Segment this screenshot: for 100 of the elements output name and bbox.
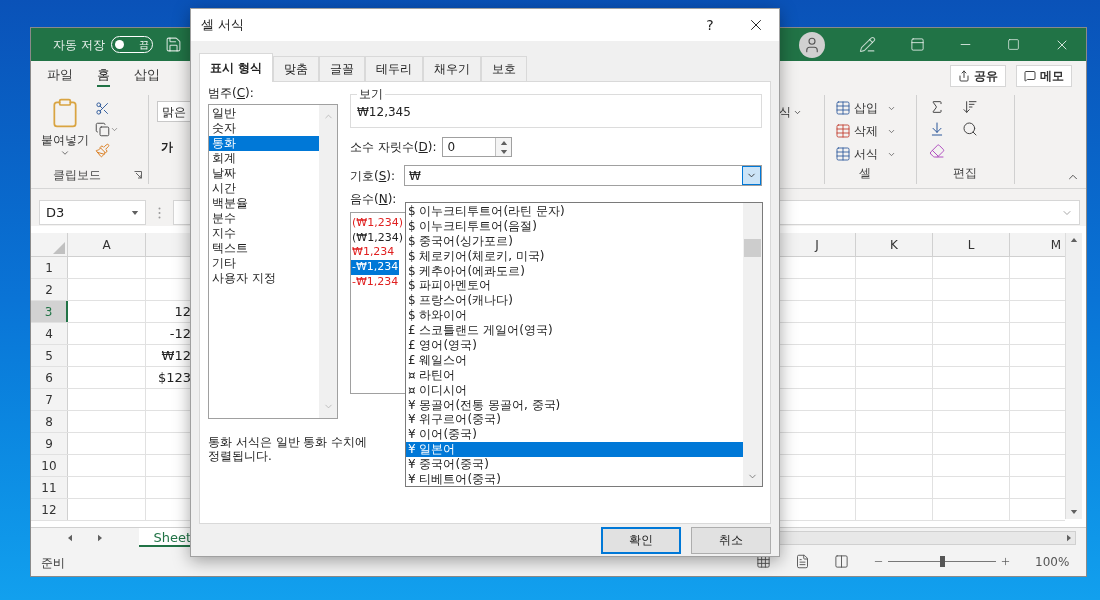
save-icon[interactable] xyxy=(164,36,182,53)
ribbon-tab[interactable]: 홈 xyxy=(97,64,110,88)
symbol-dropdown-menu[interactable] xyxy=(405,202,763,487)
symbol-combobox[interactable]: ₩ xyxy=(404,165,762,186)
zoom-level[interactable]: 100% xyxy=(1035,552,1070,571)
category-item[interactable]: 백분율 xyxy=(209,196,319,211)
zoom-in-icon[interactable] xyxy=(1000,556,1011,567)
dialog-tab[interactable]: 테두리 xyxy=(365,56,424,81)
dialog-tab[interactable]: 글꼴 xyxy=(319,56,366,81)
ribbon-display-icon[interactable] xyxy=(909,37,925,52)
dialog-tab[interactable]: 채우기 xyxy=(423,56,482,81)
category-item[interactable]: 분수 xyxy=(209,211,319,226)
cancel-button[interactable]: 취소 xyxy=(691,526,771,554)
negative-format-item[interactable]: -₩1,234 xyxy=(351,260,400,275)
page-layout-icon[interactable] xyxy=(795,554,810,569)
row-header[interactable]: 6 xyxy=(31,367,68,388)
page-break-icon[interactable] xyxy=(834,554,849,569)
row-header[interactable]: 11 xyxy=(31,477,68,498)
cells-command[interactable]: 삭제 xyxy=(835,121,916,141)
memo-button[interactable]: 메모 xyxy=(1016,65,1072,87)
column-header[interactable]: L xyxy=(933,233,1010,256)
share-button[interactable]: 공유 xyxy=(950,65,1006,87)
dialog-tab[interactable]: 보호 xyxy=(481,56,528,81)
category-item[interactable]: 텍스트 xyxy=(209,241,319,256)
row-header[interactable]: 2 xyxy=(31,279,68,300)
category-item[interactable]: 통화 xyxy=(209,136,319,151)
eraser-icon[interactable] xyxy=(929,143,945,159)
category-item[interactable]: 사용자 지정 xyxy=(209,271,319,286)
formula-field[interactable] xyxy=(779,200,1080,225)
negative-format-item[interactable]: (₩1,234) xyxy=(351,216,404,231)
dialog-launcher-icon[interactable] xyxy=(134,171,142,179)
symbol-option[interactable]: ¥ 중국어(중국) xyxy=(406,457,743,473)
decimal-places-spinner[interactable]: 0 xyxy=(442,137,513,157)
increment-icon[interactable] xyxy=(500,139,508,146)
category-item[interactable]: 날짜 xyxy=(209,166,319,181)
name-box[interactable]: D3 xyxy=(39,200,146,225)
row-header[interactable]: 12 xyxy=(31,499,68,520)
styles-command[interactable]: 식 xyxy=(779,103,802,121)
symbol-option[interactable]: ¥ 일본어 xyxy=(406,442,743,458)
pen-icon[interactable] xyxy=(858,36,876,53)
decrement-icon[interactable] xyxy=(500,148,508,155)
category-item[interactable]: 시간 xyxy=(209,181,319,196)
negative-format-item[interactable]: -₩1,234 xyxy=(351,274,400,290)
category-item[interactable]: 회계 xyxy=(209,151,319,166)
vertical-scrollbar[interactable] xyxy=(1065,233,1082,519)
category-item[interactable]: 기타 xyxy=(209,256,319,271)
paste-button[interactable]: 붙여넣기 xyxy=(41,97,89,166)
help-button[interactable]: ? xyxy=(687,9,733,41)
cells-command[interactable]: 서식 xyxy=(835,144,916,164)
horizontal-scrollbar[interactable] xyxy=(779,530,1076,545)
sheet-tab[interactable]: Sheet xyxy=(139,528,191,547)
row-header[interactable]: 1 xyxy=(31,257,68,278)
scroll-right-icon[interactable] xyxy=(1066,533,1072,542)
category-list[interactable]: 일반 숫자 통화 회계 날짜 시간 백분율 분수 지수 텍스트 기타 사용자 지정 xyxy=(208,104,338,419)
formula-field[interactable] xyxy=(173,200,191,225)
next-sheet-icon[interactable] xyxy=(97,533,104,542)
ribbon-tab[interactable]: 삽입 xyxy=(134,64,160,88)
negative-format-item[interactable]: ₩1,234 xyxy=(351,245,396,261)
sort-filter-icon[interactable] xyxy=(962,99,978,115)
column-header[interactable]: K xyxy=(856,233,933,256)
sum-icon[interactable] xyxy=(929,99,945,115)
symbol-option[interactable]: ¥ 위구르어(중국) xyxy=(406,412,743,428)
row-header[interactable]: 3 xyxy=(31,301,68,322)
row-header[interactable]: 9 xyxy=(31,433,68,454)
dropdown-toggle[interactable] xyxy=(742,166,761,185)
list-scrollbar[interactable] xyxy=(743,203,762,486)
scroll-thumb[interactable] xyxy=(744,239,761,257)
fill-icon[interactable] xyxy=(929,121,945,137)
negative-format-item[interactable]: (₩1,234) xyxy=(351,230,404,246)
copy-icon[interactable] xyxy=(95,122,110,137)
search-icon[interactable] xyxy=(962,121,978,137)
symbol-option[interactable]: ¥ 이어(중국) xyxy=(406,427,743,443)
row-header[interactable]: 7 xyxy=(31,389,68,410)
dialog-tab[interactable]: 맞춤 xyxy=(273,56,320,81)
ribbon-tab[interactable]: 파일 xyxy=(47,64,73,88)
zoom-slider[interactable] xyxy=(888,555,996,568)
font-name-field[interactable]: 맑은 xyxy=(157,101,191,122)
ok-button[interactable]: 확인 xyxy=(601,526,681,554)
category-item[interactable]: 일반 xyxy=(209,106,319,121)
scroll-down-icon[interactable] xyxy=(1070,509,1078,515)
column-header[interactable]: M xyxy=(1010,233,1065,256)
format-painter-icon[interactable] xyxy=(95,143,110,158)
row-header[interactable]: 8 xyxy=(31,411,68,432)
scroll-up-icon[interactable] xyxy=(1070,237,1078,243)
symbol-option[interactable]: ¥ 몽골어(전통 몽골어, 중국) xyxy=(406,397,743,413)
dialog-tab[interactable]: 표시 형식 xyxy=(199,53,274,82)
row-header[interactable]: 10 xyxy=(31,455,68,476)
cells-command[interactable]: 삽입 xyxy=(835,98,916,118)
maximize-icon[interactable] xyxy=(1007,38,1021,51)
normal-view-icon[interactable] xyxy=(756,554,771,569)
row-header[interactable]: 5 xyxy=(31,345,68,366)
symbol-option[interactable]: ¥ 티베트어(중국) xyxy=(406,472,743,487)
zoom-slider-thumb[interactable] xyxy=(939,556,945,567)
category-item[interactable]: 지수 xyxy=(209,226,319,241)
category-item[interactable]: 숫자 xyxy=(209,121,319,136)
account-avatar[interactable] xyxy=(799,31,825,58)
previous-sheet-icon[interactable] xyxy=(67,533,74,542)
cut-icon[interactable] xyxy=(95,101,110,116)
row-header[interactable]: 4 xyxy=(31,323,68,344)
bold-button[interactable]: 가 xyxy=(161,138,173,156)
